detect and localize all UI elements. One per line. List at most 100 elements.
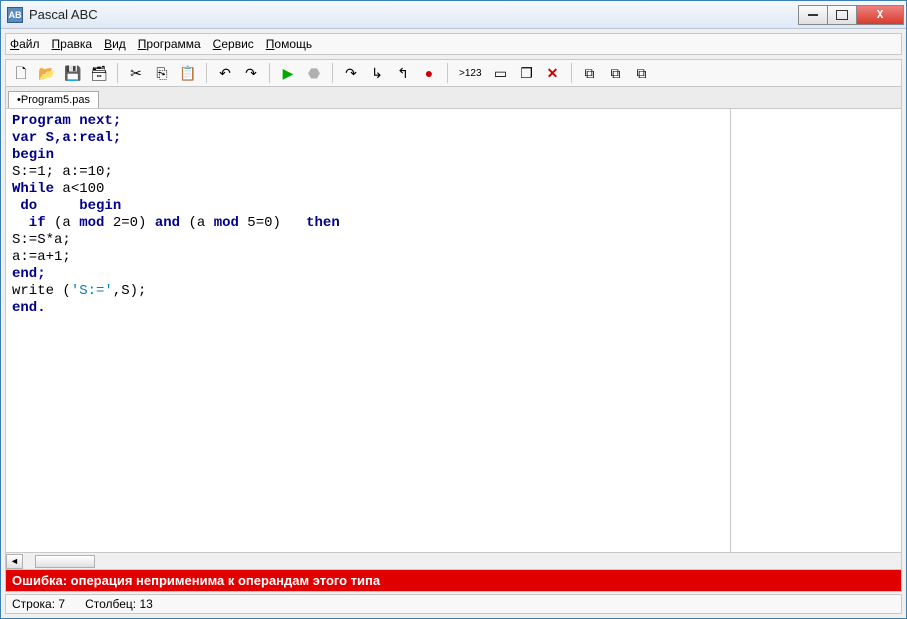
kw-begin: begin xyxy=(12,147,54,163)
stepinto-icon: ↳ xyxy=(371,66,383,80)
saveall-button[interactable]: 🗃 xyxy=(88,62,110,84)
horizontal-scrollbar[interactable]: ◄ xyxy=(6,552,901,569)
separator xyxy=(269,63,270,83)
new-button[interactable]: 🗋 xyxy=(10,62,32,84)
panel2-icon: ⧉ xyxy=(611,66,621,80)
copy-button[interactable]: ⎘ xyxy=(151,62,173,84)
separator xyxy=(571,63,572,83)
kw-do: do xyxy=(12,198,37,214)
kw-mod2: mod xyxy=(214,215,239,231)
scroll-thumb[interactable] xyxy=(35,555,95,568)
redo-icon: ↷ xyxy=(245,66,257,80)
save-button[interactable]: 💾 xyxy=(62,62,84,84)
window-title: Pascal ABC xyxy=(29,7,799,22)
code-editor[interactable]: Program next; var S,a:real; begin S:=1; … xyxy=(6,109,731,552)
window1-icon: ▭ xyxy=(494,66,507,80)
redo-button[interactable]: ↷ xyxy=(240,62,262,84)
menubar: Файл Правка Вид Программа Сервис Помощь xyxy=(5,33,902,55)
saveall-icon: 🗃 xyxy=(90,66,108,80)
menu-service[interactable]: Сервис xyxy=(213,37,254,51)
window2-button[interactable]: ❐ xyxy=(516,62,538,84)
kw-if: if xyxy=(12,215,46,231)
menu-edit[interactable]: Правка xyxy=(52,37,93,51)
cut-icon: ✂ xyxy=(130,66,142,80)
code-line: a:=a+1; xyxy=(12,249,71,265)
kw-and: and xyxy=(155,215,180,231)
kw-while: While xyxy=(12,181,54,197)
closewin-icon: ✕ xyxy=(547,66,559,80)
stepover-button[interactable]: ↷ xyxy=(340,62,362,84)
code-text: (a xyxy=(180,215,214,231)
separator xyxy=(117,63,118,83)
code-text: 2=0) xyxy=(104,215,154,231)
panel1-icon: ⧉ xyxy=(585,66,595,80)
menu-help[interactable]: Помощь xyxy=(266,37,312,51)
eval-icon: >123 xyxy=(459,68,482,79)
menu-program[interactable]: Программа xyxy=(138,37,201,51)
undo-button[interactable]: ↶ xyxy=(214,62,236,84)
file-tab[interactable]: •Program5.pas xyxy=(8,91,99,108)
window1-button[interactable]: ▭ xyxy=(490,62,512,84)
panel1-button[interactable]: ⧉ xyxy=(579,62,601,84)
scroll-left-icon[interactable]: ◄ xyxy=(6,554,23,569)
minimize-button[interactable] xyxy=(798,5,828,25)
status-col: Столбец: 13 xyxy=(85,597,153,611)
stop-icon: ⬣ xyxy=(308,66,320,80)
open-icon: 📂 xyxy=(38,66,55,80)
code-text: write ( xyxy=(12,283,71,299)
undo-icon: ↶ xyxy=(219,66,231,80)
error-text: Ошибка: операция неприменима к операндам… xyxy=(12,573,380,588)
status-bar: Строка: 7 Столбец: 13 xyxy=(5,594,902,614)
menu-view[interactable]: Вид xyxy=(104,37,126,51)
stop-button[interactable]: ⬣ xyxy=(303,62,325,84)
stepout-icon: ↰ xyxy=(397,66,409,80)
stepover-icon: ↷ xyxy=(345,66,357,80)
window-controls: X xyxy=(799,5,904,25)
error-bar: Ошибка: операция неприменима к операндам… xyxy=(5,570,902,592)
code-wrap: Program next; var S,a:real; begin S:=1; … xyxy=(6,109,901,552)
stepout-button[interactable]: ↰ xyxy=(392,62,414,84)
code-line: S:=1; a:=10; xyxy=(12,164,113,180)
kw-end: end; xyxy=(12,266,46,282)
save-icon: 💾 xyxy=(64,66,81,80)
separator xyxy=(447,63,448,83)
new-icon: 🗋 xyxy=(15,66,26,80)
cut-button[interactable]: ✂ xyxy=(125,62,147,84)
breakpoint-icon: ● xyxy=(425,66,433,80)
code-text: (a xyxy=(46,215,80,231)
code-line: S:=S*a; xyxy=(12,232,71,248)
status-row: Строка: 7 xyxy=(12,597,65,611)
app-window: AB Pascal ABC X Файл Правка Вид Программ… xyxy=(0,0,907,619)
kw-begin2: begin xyxy=(37,198,121,214)
copy-icon: ⎘ xyxy=(156,66,167,80)
app-icon: AB xyxy=(7,7,23,23)
maximize-button[interactable] xyxy=(827,5,857,25)
menu-file[interactable]: Файл xyxy=(10,37,40,51)
closewin-button[interactable]: ✕ xyxy=(542,62,564,84)
run-button[interactable]: ▶ xyxy=(277,62,299,84)
code-text: a<100 xyxy=(54,181,104,197)
kw-var: var S,a:real; xyxy=(12,130,121,146)
kw-endprog: end. xyxy=(12,300,46,316)
tabbar: •Program5.pas xyxy=(5,87,902,109)
string-literal: 'S:=' xyxy=(71,283,113,299)
run-icon: ▶ xyxy=(283,66,294,80)
close-button[interactable]: X xyxy=(856,5,904,25)
eval-button[interactable]: >123 xyxy=(455,62,486,84)
kw-program: Program next; xyxy=(12,113,121,129)
stepinto-button[interactable]: ↳ xyxy=(366,62,388,84)
window2-icon: ❐ xyxy=(520,66,533,80)
toolbar: 🗋 📂 💾 🗃 ✂ ⎘ 📋 ↶ ↷ ▶ ⬣ ↷ ↳ ↰ ● >123 ▭ ❐ ✕… xyxy=(5,59,902,87)
paste-icon: 📋 xyxy=(179,66,196,80)
open-button[interactable]: 📂 xyxy=(36,62,58,84)
kw-then: then xyxy=(306,215,340,231)
panel2-button[interactable]: ⧉ xyxy=(605,62,627,84)
paste-button[interactable]: 📋 xyxy=(177,62,199,84)
panel3-button[interactable]: ⧉ xyxy=(631,62,653,84)
separator xyxy=(206,63,207,83)
breakpoint-button[interactable]: ● xyxy=(418,62,440,84)
panel3-icon: ⧉ xyxy=(637,66,647,80)
separator xyxy=(332,63,333,83)
code-text: 5=0) xyxy=(239,215,306,231)
editor-area: Program next; var S,a:real; begin S:=1; … xyxy=(5,109,902,570)
